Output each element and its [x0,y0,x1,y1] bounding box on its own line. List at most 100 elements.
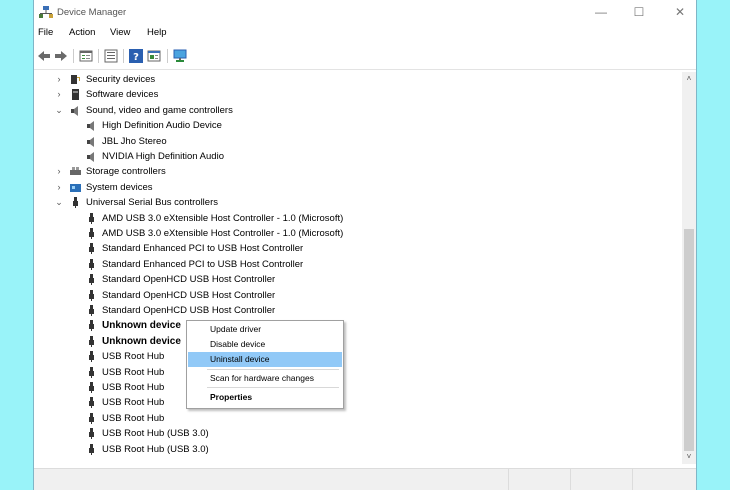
tree-item-label: AMD USB 3.0 eXtensible Host Controller -… [102,228,344,239]
expand-chevron-icon[interactable]: › [54,180,64,195]
tree-item-label: AMD USB 3.0 eXtensible Host Controller -… [102,212,344,224]
tree-item-label: USB Root Hub (USB 3.0) [102,428,209,440]
software-device-icon [72,89,79,101]
tree-item-label: Sound, video and game controllers [86,104,233,116]
context-item-label: Scan for hardware changes [210,373,314,383]
tree-item-label: JBL Jho Stereo [102,135,167,147]
tree-item-label: Standard Enhanced PCI to USB Host Contro… [102,258,304,270]
usb-icon [89,289,94,301]
usb-icon [89,397,94,409]
tree-item[interactable]: AMD USB 3.0 eXtensible Host Controller -… [34,211,674,226]
tree-item[interactable]: › Storage controllers [34,164,674,179]
tree-item[interactable]: Standard Enhanced PCI to USB Host Contro… [34,241,674,256]
tree-item-label: Software devices [86,89,159,101]
collapse-chevron-icon[interactable]: ⌄ [54,103,64,118]
usb-icon [89,274,94,286]
expand-chevron-icon[interactable]: › [54,72,64,87]
scroll-up-arrow[interactable]: ˄ [682,72,696,86]
tree-item-label: Unknown device [102,335,181,347]
menu-help[interactable]: Help [147,27,167,38]
tree-item-label: Standard Enhanced PCI to USB Host Contro… [102,243,304,255]
context-item-scan-hardware[interactable]: Scan for hardware changes [188,371,342,386]
expand-chevron-icon[interactable]: › [54,164,64,179]
properties-view-icon[interactable] [79,49,93,63]
context-item-disable-device[interactable]: Disable device [188,337,342,352]
tree-item[interactable]: › Software devices [34,87,674,102]
scroll-down-arrow[interactable]: ˅ [682,450,696,464]
window-title: Device Manager [57,7,127,18]
context-menu: Update driver Disable device Uninstall d… [186,320,344,409]
tree-item-label: USB Root Hub [102,382,165,393]
system-device-icon [70,183,81,192]
tree-item[interactable]: Unknown device [34,318,674,333]
forward-icon[interactable] [54,49,68,63]
context-item-label: Properties [210,392,253,402]
toolbar-separator [98,49,99,63]
svg-text:?: ? [133,52,139,63]
tree-item[interactable]: JBL Jho Stereo [34,134,674,149]
tree-item[interactable]: Standard Enhanced PCI to USB Host Contro… [34,257,674,272]
context-item-label: Update driver [210,324,262,334]
tree-item[interactable]: ⌄ Universal Serial Bus controllers [34,195,674,210]
tree-item[interactable]: USB Root Hub (USB 3.0) [34,426,674,441]
tree-item[interactable]: Standard OpenHCD USB Host Controller [34,288,674,303]
tree-item[interactable]: Standard OpenHCD USB Host Controller [34,272,674,287]
context-item-update-driver[interactable]: Update driver [188,322,342,337]
tree-item[interactable]: Standard OpenHCD USB Host Controller [34,303,674,318]
details-icon[interactable] [147,49,161,63]
close-button[interactable]: ✕ [658,0,696,25]
help-icon[interactable]: ? [129,49,143,63]
tree-item[interactable]: Unknown device [34,334,674,349]
tree-item[interactable]: ⌄ Sound, video and game controllers [34,103,674,118]
monitor-icon[interactable] [173,49,187,63]
tree-item-label: NVIDIA High Definition Audio [102,151,224,162]
collapse-chevron-icon[interactable]: ⌄ [54,195,64,210]
tree-item[interactable]: USB Root Hub [34,395,674,410]
usb-icon [89,443,94,455]
context-menu-separator [207,387,339,388]
console-tree-icon[interactable] [104,49,118,63]
device-manager-window: Device Manager — ☐ ✕ File Action View He… [33,0,697,490]
tree-item[interactable]: USB Root Hub [34,349,674,364]
tree-item-label: USB Root Hub (USB 3.0) [102,443,209,455]
scroll-thumb[interactable] [684,229,694,451]
vertical-scrollbar[interactable]: ˄ ˅ [682,72,696,464]
usb-icon [89,382,94,393]
menu-action[interactable]: Action [69,27,95,38]
usb-icon [89,335,94,347]
tree-item-label: Security devices [86,74,156,85]
status-cell [570,469,571,490]
context-item-uninstall-device[interactable]: Uninstall device [188,352,342,367]
status-bar [34,468,696,490]
tree-item-label: Standard OpenHCD USB Host Controller [102,274,276,286]
tree-item[interactable]: › Security devices [34,72,674,87]
back-icon[interactable] [37,49,51,63]
title-bar: Device Manager — ☐ ✕ [34,0,696,25]
tree-item-label: USB Root Hub [102,397,165,409]
tree-item[interactable]: USB Root Hub [34,365,674,380]
toolbar-separator [123,49,124,63]
tree-item[interactable]: › System devices [34,180,674,195]
tree-item[interactable]: USB Root Hub [34,411,674,426]
tree-item-label: USB Root Hub [102,412,165,424]
usb-icon [89,351,94,363]
tree-item[interactable]: USB Root Hub (USB 3.0) [34,442,674,457]
toolbar-divider [34,69,696,70]
usb-icon [89,258,94,270]
usb-icon [89,428,94,440]
tree-item[interactable]: NVIDIA High Definition Audio [34,149,674,164]
expand-chevron-icon[interactable]: › [54,87,64,102]
tree-item[interactable]: USB Root Hub [34,380,674,395]
menu-file[interactable]: File [38,27,53,38]
device-manager-icon [39,6,53,18]
menu-view[interactable]: View [110,27,130,38]
context-item-label: Disable device [210,339,266,349]
tree-item[interactable]: AMD USB 3.0 eXtensible Host Controller -… [34,226,674,241]
status-cell [508,469,509,490]
tree-item[interactable]: High Definition Audio Device [34,118,674,133]
speaker-icon [71,105,78,116]
speaker-icon [87,136,94,147]
usb-icon [89,412,94,424]
maximize-button[interactable]: ☐ [617,0,661,25]
context-item-properties[interactable]: Properties [188,390,342,405]
